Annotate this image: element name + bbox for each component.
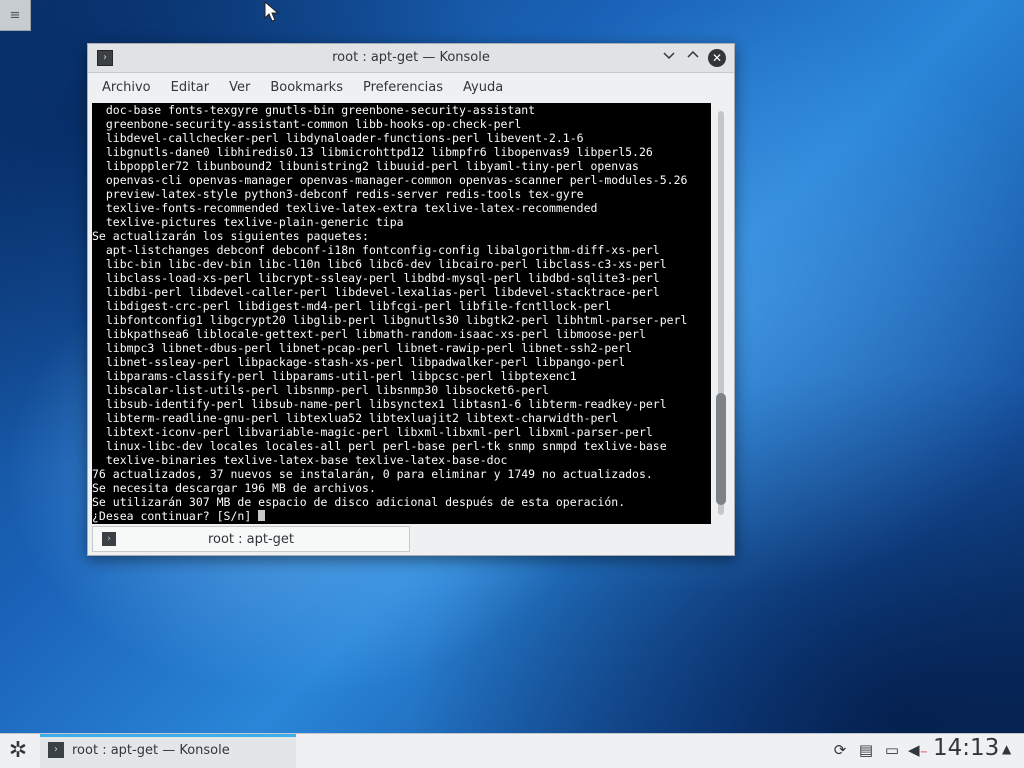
terminal-text: doc-base fonts-texgyre gnutls-bin greenb… xyxy=(92,103,687,523)
terminal-line: doc-base fonts-texgyre gnutls-bin greenb… xyxy=(92,103,536,117)
terminal-line: libdigest-crc-perl libdigest-md4-perl li… xyxy=(92,299,612,313)
task-label: root : apt-get — Konsole xyxy=(72,743,230,758)
terminal-line: ¿Desea continuar? [S/n] xyxy=(92,509,259,523)
close-icon: ✕ xyxy=(711,51,723,65)
terminal-line: libscalar-list-utils-perl libsnmp-perl l… xyxy=(92,383,549,397)
updates-icon[interactable]: ⟳ xyxy=(830,740,850,760)
terminal-line: preview-latex-style python3-debconf redi… xyxy=(92,187,584,201)
terminal-line: apt-listchanges debconf debconf-i18n fon… xyxy=(92,243,660,257)
terminal-line: libtext-iconv-perl libvariable-magic-per… xyxy=(92,425,653,439)
terminal-line: libpoppler72 libunbound2 libunistring2 l… xyxy=(92,159,639,173)
maximize-button[interactable] xyxy=(684,49,702,67)
terminal-line: libdevel-callchecker-perl libdynaloader-… xyxy=(92,131,584,145)
menu-ayuda[interactable]: Ayuda xyxy=(453,73,513,103)
menu-archivo[interactable]: Archivo xyxy=(92,73,161,103)
kde-logo-icon[interactable]: ✲ xyxy=(5,738,31,764)
menubar: Archivo Editar Ver Bookmarks Preferencia… xyxy=(88,73,734,103)
desktop-toolbox-button[interactable]: ≡ xyxy=(0,0,31,31)
mouse-cursor-icon xyxy=(264,1,280,22)
terminal-line: linux-libc-dev locales locales-all perl … xyxy=(92,439,667,453)
taskbar: ✲ › root : apt-get — Konsole ⟳ ▤ ▭ ◀− 14… xyxy=(0,733,1024,768)
clipboard-icon[interactable]: ▤ xyxy=(856,740,876,760)
volume-muted-icon[interactable]: ◀− xyxy=(908,740,928,760)
terminal-line: libnet-ssleay-perl libpackage-stash-xs-p… xyxy=(92,355,626,369)
terminal-line: texlive-pictures texlive-plain-generic t… xyxy=(92,215,404,229)
menu-editar[interactable]: Editar xyxy=(161,73,220,103)
text-cursor xyxy=(258,510,266,521)
titlebar[interactable]: › root : apt-get — Konsole ✕ xyxy=(88,44,734,73)
system-tray: ⟳ ▤ ▭ ◀− xyxy=(830,740,928,760)
scrollbar-thumb[interactable] xyxy=(716,393,726,505)
terminal-line: Se utilizarán 307 MB de espacio de disco… xyxy=(92,495,626,509)
chevron-down-icon xyxy=(663,52,675,60)
terminal-line: 76 actualizados, 37 nuevos se instalarán… xyxy=(92,467,653,481)
task-konsole[interactable]: › root : apt-get — Konsole xyxy=(40,734,296,768)
terminal-line: libclass-load-xs-perl libcrypt-ssleay-pe… xyxy=(92,271,660,285)
hamburger-icon: ≡ xyxy=(9,7,21,23)
active-indicator xyxy=(40,734,296,737)
close-button[interactable]: ✕ xyxy=(708,49,726,67)
terminal-line: greenbone-security-assistant-common libb… xyxy=(92,117,522,131)
terminal-line: libmpc3 libnet-dbus-perl libnet-pcap-per… xyxy=(92,341,633,355)
terminal-line: texlive-binaries texlive-latex-base texl… xyxy=(92,453,508,467)
network-icon[interactable]: ▭ xyxy=(882,740,902,760)
minimize-button[interactable] xyxy=(660,49,678,67)
terminal-scrollbar[interactable] xyxy=(711,103,731,524)
menu-ver[interactable]: Ver xyxy=(219,73,260,103)
tab-label: root : apt-get xyxy=(207,532,295,547)
terminal-line: Se actualizarán los siguientes paquetes: xyxy=(92,229,369,243)
terminal-line: libc-bin libc-dev-bin libc-l10n libc6 li… xyxy=(92,257,667,271)
menu-preferencias[interactable]: Preferencias xyxy=(353,73,453,103)
tab-bar: › root : apt-get xyxy=(88,525,734,555)
terminal-line: libterm-readline-gnu-perl libtexlua52 li… xyxy=(92,411,619,425)
terminal-icon: › xyxy=(48,742,64,758)
terminal-line: openvas-cli openvas-manager openvas-mana… xyxy=(92,173,688,187)
terminal-line: texlive-fonts-recommended texlive-latex-… xyxy=(92,201,598,215)
clock[interactable]: 14:13 xyxy=(933,735,999,761)
terminal-line: libgnutls-dane0 libhiredis0.13 libmicroh… xyxy=(92,145,653,159)
chevron-up-icon[interactable]: ▲ xyxy=(1002,742,1011,756)
chevron-up-icon xyxy=(687,50,699,58)
terminal-line: libdbi-perl libdevel-caller-perl libdeve… xyxy=(92,285,660,299)
terminal-line: libfontconfig1 libgcrypt20 libglib-perl … xyxy=(92,313,688,327)
menu-bookmarks[interactable]: Bookmarks xyxy=(260,73,353,103)
konsole-window: › root : apt-get — Konsole ✕ Archivo Edi… xyxy=(87,43,735,556)
window-title: root : apt-get — Konsole xyxy=(332,50,490,65)
terminal-line: libparams-classify-perl libparams-util-p… xyxy=(92,369,577,383)
terminal-line: Se necesita descargar 196 MB de archivos… xyxy=(92,481,376,495)
terminal-output[interactable]: doc-base fonts-texgyre gnutls-bin greenb… xyxy=(92,103,711,524)
tab-root-apt-get[interactable]: › root : apt-get xyxy=(92,526,410,552)
terminal-line: libsub-identify-perl libsub-name-perl li… xyxy=(92,397,667,411)
terminal-line: libkpathsea6 liblocale-gettext-perl libm… xyxy=(92,327,646,341)
